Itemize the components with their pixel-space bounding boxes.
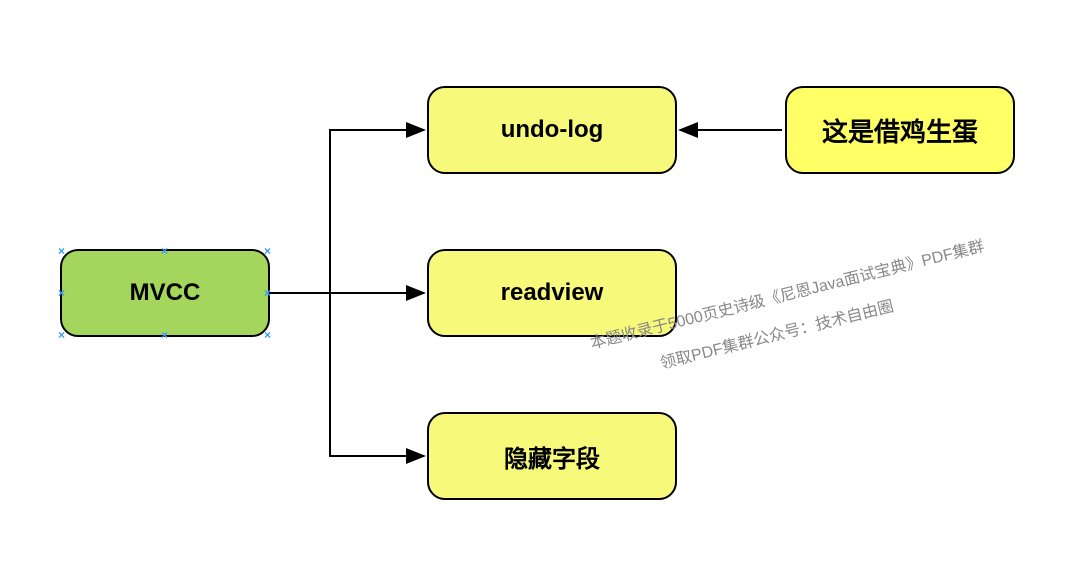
selection-handle: × (58, 331, 66, 339)
node-annotation-label: 这是借鸡生蛋 (822, 112, 978, 149)
edge-root-to-hiddenfields (270, 293, 424, 456)
node-undolog[interactable]: undo-log (427, 86, 677, 174)
selection-handle: × (264, 289, 272, 297)
edge-root-to-undolog (270, 130, 424, 293)
node-mvcc[interactable]: MVCC × × × × × × × × (60, 249, 270, 337)
selection-handle: × (58, 247, 66, 255)
selection-handle: × (264, 331, 272, 339)
selection-handle: × (161, 331, 169, 339)
node-readview-label: readview (501, 279, 604, 307)
selection-handle: × (58, 289, 66, 297)
node-annotation[interactable]: 这是借鸡生蛋 (785, 86, 1015, 174)
selection-handle: × (264, 247, 272, 255)
node-hiddenfields-label: 隐藏字段 (504, 439, 600, 474)
node-hiddenfields[interactable]: 隐藏字段 (427, 412, 677, 500)
node-undolog-label: undo-log (501, 116, 604, 144)
selection-handle: × (161, 247, 169, 255)
node-mvcc-label: MVCC (130, 279, 201, 307)
